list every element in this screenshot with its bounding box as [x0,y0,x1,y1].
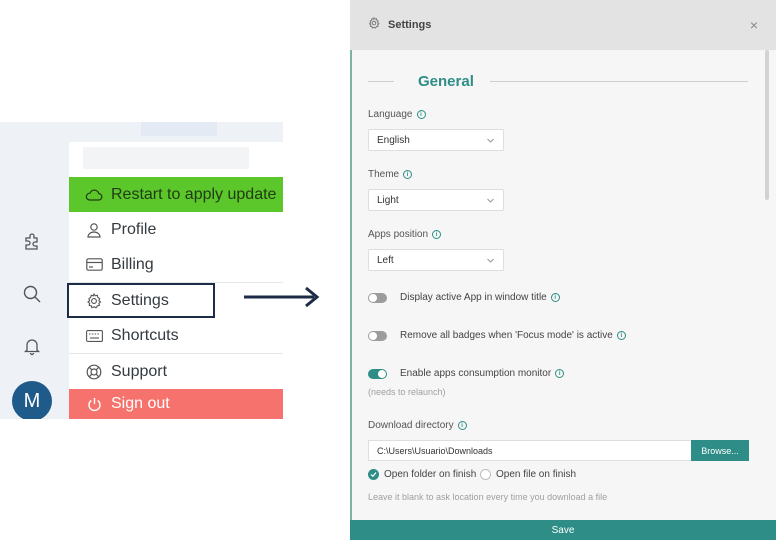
profile-label: Profile [111,220,157,238]
open-folder-option[interactable]: Open folder on finish [368,469,476,480]
theme-select[interactable]: Light [368,189,504,211]
open-file-option[interactable]: Open file on finish [480,469,576,480]
section-title: General [418,72,474,90]
search-icon[interactable] [20,282,44,306]
info-icon[interactable]: i [416,110,426,119]
download-directory-label: Download directory i [368,420,467,431]
info-icon[interactable]: i [403,170,413,179]
shortcuts-item[interactable]: Shortcuts [69,318,283,353]
lifebuoy-icon [85,363,103,381]
language-label: Language i [368,109,426,120]
open-file-label: Open file on finish [496,469,577,480]
shortcuts-label: Shortcuts [111,326,179,344]
keyboard-icon [85,327,103,345]
arrow-right-icon [244,286,320,308]
window-edge [350,0,352,540]
download-hint: Leave it blank to ask location every tim… [368,492,608,502]
toggle-row-consumption-monitor: Enable apps consumption monitor i [368,368,565,379]
focus-badges-toggle[interactable] [368,330,387,341]
top-band [141,122,217,136]
restart-update-label: Restart to apply update [111,185,277,203]
save-button[interactable]: Save [350,520,776,540]
language-select[interactable]: English [368,129,504,151]
support-label: Support [111,362,168,380]
close-icon[interactable]: × [750,17,758,33]
puzzle-icon[interactable] [20,230,44,254]
settings-highlight-box [67,283,215,318]
theme-label-text: Theme [368,169,400,180]
gear-icon [368,16,380,34]
cloud-icon [85,186,103,204]
divider [489,80,748,82]
sign-out-label: Sign out [111,395,170,412]
active-app-title-toggle[interactable] [368,292,387,303]
check-icon[interactable] [368,469,379,480]
theme-value: Light [377,194,399,206]
info-icon[interactable]: i [555,369,565,378]
relaunch-hint: (needs to relaunch) [368,387,446,397]
profile-item[interactable]: Profile [69,212,283,247]
sign-out-item[interactable]: Sign out [69,389,283,419]
chevron-down-icon [487,198,494,203]
settings-window: Settings × General Language i English Th… [350,0,776,540]
download-directory-label-text: Download directory [368,420,454,431]
restart-update-item[interactable]: Restart to apply update [69,177,283,212]
browse-button[interactable]: Browse... [691,440,749,461]
focus-badges-label: Remove all badges when 'Focus mode' is a… [400,330,613,341]
power-icon [85,395,103,413]
app-menu-crop: M Restart to apply update Profile Billin… [0,122,283,419]
info-icon[interactable]: i [457,421,467,430]
chevron-down-icon [487,138,494,143]
billing-item[interactable]: Billing [69,247,283,282]
toggle-row-focus-badges: Remove all badges when 'Focus mode' is a… [368,330,626,341]
toggle-row-active-app-title: Display active App in window title i [368,292,560,303]
theme-label: Theme i [368,169,413,180]
apps-position-value: Left [377,254,394,266]
chevron-down-icon [487,258,494,263]
general-section-header: General [368,70,748,92]
download-directory-value: C:\Users\Usuario\Downloads [377,445,493,456]
support-item[interactable]: Support [69,354,283,389]
download-directory-input[interactable]: C:\Users\Usuario\Downloads [368,440,691,461]
avatar[interactable]: M [12,381,52,419]
composite-screenshot: M Restart to apply update Profile Billin… [0,0,776,540]
language-label-text: Language [368,109,413,120]
account-menu: Restart to apply update Profile Billing [69,142,283,419]
info-icon[interactable]: i [432,230,442,239]
info-icon[interactable]: i [616,331,626,340]
settings-title: Settings [388,19,432,31]
consumption-monitor-toggle[interactable] [368,368,387,379]
apps-position-label: Apps position i [368,229,442,240]
language-value: English [377,134,410,146]
apps-position-select[interactable]: Left [368,249,504,271]
menu-header-placeholder [83,147,249,169]
info-icon[interactable]: i [550,293,560,302]
credit-card-icon [85,256,103,274]
active-app-title-label: Display active App in window title [400,292,547,303]
open-folder-label: Open folder on finish [384,469,477,480]
divider [368,80,394,82]
unchecked-icon[interactable] [480,469,491,480]
billing-label: Billing [111,255,154,273]
user-icon [85,221,103,239]
settings-header: Settings × [350,0,776,50]
scrollbar[interactable] [765,50,769,200]
apps-position-label-text: Apps position [368,229,429,240]
bell-icon[interactable] [20,334,44,358]
consumption-monitor-label: Enable apps consumption monitor [400,368,552,379]
